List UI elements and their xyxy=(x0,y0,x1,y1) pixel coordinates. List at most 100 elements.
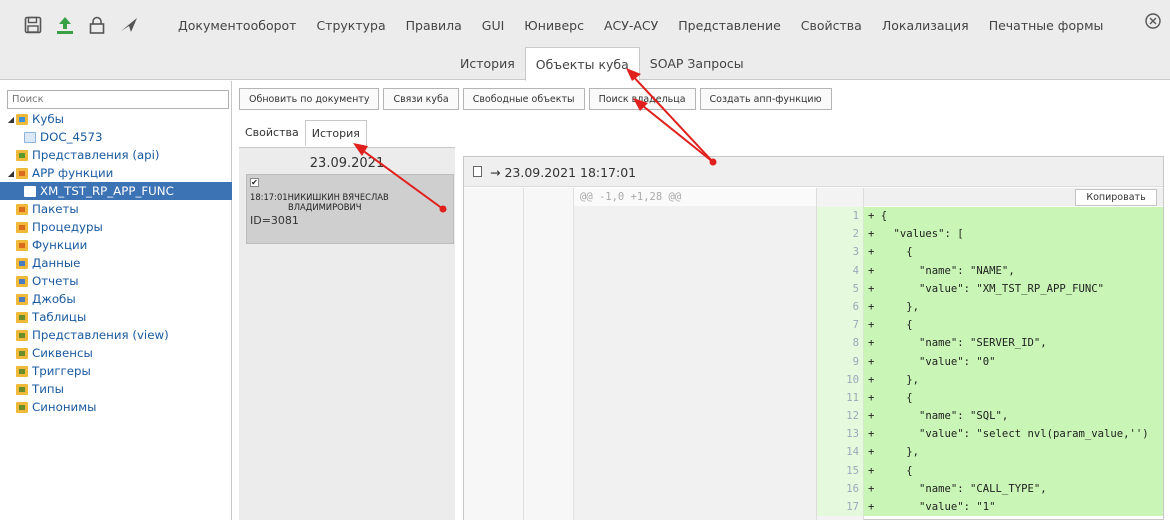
diff-line: 17 + "value": "1" xyxy=(816,498,1163,517)
menu-localization[interactable]: Локализация xyxy=(872,14,979,37)
upload-icon[interactable] xyxy=(54,14,76,36)
tree-item-doc-4573[interactable]: DOC_4573 xyxy=(0,128,232,146)
tree-item-label: Отчеты xyxy=(32,274,79,288)
diff-line: 16 + "name": "CALL_TYPE", xyxy=(816,479,1163,498)
diff-line-code: + { xyxy=(864,461,1163,480)
tree-item-views-api[interactable]: Представления (api) xyxy=(0,146,232,164)
menu-universe[interactable]: Юниверс xyxy=(514,14,594,37)
save-icon[interactable] xyxy=(22,14,44,36)
tree-item-app-functions[interactable]: ◢ APP функции xyxy=(0,164,232,182)
tab-properties[interactable]: Свойства xyxy=(239,120,305,146)
menu-gui[interactable]: GUI xyxy=(472,14,515,37)
diff-line: 11 + { xyxy=(816,388,1163,408)
diff-line-number: 12 xyxy=(816,407,864,426)
history-panel: 23.09.2021 ✔ 18:17:01НИКИШКИН ВЯЧЕСЛАВ В… xyxy=(239,147,455,520)
refresh-by-document-button[interactable]: Обновить по документу xyxy=(239,88,380,110)
diff-line-code: + { xyxy=(864,207,1163,226)
close-icon[interactable] xyxy=(1144,12,1164,32)
tree-item-triggers[interactable]: Триггеры xyxy=(0,362,232,380)
tree-item-functions[interactable]: Функции xyxy=(0,236,232,254)
send-icon[interactable] xyxy=(118,14,140,36)
type-folder-icon xyxy=(16,383,28,395)
tree-item-procedures[interactable]: Процедуры xyxy=(0,218,232,236)
diff-line-number: 4 xyxy=(816,261,864,280)
tab-history[interactable]: История xyxy=(304,120,367,146)
tree-item-label: Процедуры xyxy=(32,220,103,234)
trigger-folder-icon xyxy=(16,365,28,377)
diff-line-number: 7 xyxy=(816,316,864,335)
diff-line-code: + "name": "NAME", xyxy=(864,261,1163,280)
expand-arrow-icon[interactable]: ◢ xyxy=(6,115,16,124)
create-app-function-button[interactable]: Создать апп-функцию xyxy=(699,88,832,110)
tree-item-types[interactable]: Типы xyxy=(0,380,232,398)
diff-line-number: 9 xyxy=(816,352,864,371)
object-tree: ◢ Кубы DOC_4573 Представления (api) ◢ AP… xyxy=(0,110,232,416)
tree-item-xm-tst-rp-app-func[interactable]: XM_TST_RP_APP_FUNC xyxy=(0,182,232,200)
diff-line-code: + }, xyxy=(864,443,1163,462)
tree-item-label: APP функции xyxy=(32,166,114,180)
diff-line: 15 + { xyxy=(816,461,1163,480)
tree-item-synonyms[interactable]: Синонимы xyxy=(0,398,232,416)
entry-author-line1: НИКИШКИН ВЯЧЕСЛАВ xyxy=(287,192,389,202)
free-objects-button[interactable]: Свободные объекты xyxy=(462,88,585,110)
entry-id: ID=3081 xyxy=(250,214,299,227)
diff-line: 9 + "value": "0" xyxy=(816,352,1163,371)
subtab-history[interactable]: История xyxy=(450,47,525,80)
diff-line-number: 13 xyxy=(816,425,864,444)
diff-line: 14 + }, xyxy=(816,443,1163,462)
tree-item-tables[interactable]: Таблицы xyxy=(0,308,232,326)
tree-item-label: DOC_4573 xyxy=(40,130,103,144)
expand-arrow-icon[interactable]: ◢ xyxy=(6,169,16,178)
copy-button[interactable]: Копировать xyxy=(1075,189,1157,206)
lock-icon[interactable] xyxy=(86,14,108,36)
diff-line: 2 + "values": [ xyxy=(816,225,1163,244)
diff-line-code: + { xyxy=(864,243,1163,262)
tree-item-label: Кубы xyxy=(32,112,64,126)
menu-print-forms[interactable]: Печатные формы xyxy=(979,14,1114,37)
top-bar: Документооборот Структура Правила GUI Юн… xyxy=(0,0,1170,81)
diff-hunk-header: @@ -1,0 +1,28 @@ xyxy=(574,188,816,206)
diff-line-code: + "name": "SQL", xyxy=(864,407,1163,426)
menu-properties[interactable]: Свойства xyxy=(791,14,872,37)
tree-item-cubes[interactable]: ◢ Кубы xyxy=(0,110,232,128)
object-toolbar: Обновить по документу Связи куба Свободн… xyxy=(239,88,832,110)
diff-line-code: + }, xyxy=(864,370,1163,389)
entry-author-line2: ВЛАДИМИРОВИЧ xyxy=(288,202,362,212)
tree-item-data[interactable]: Данные xyxy=(0,254,232,272)
left-code xyxy=(574,188,816,520)
diff-line-number: 6 xyxy=(816,297,864,317)
menu-view[interactable]: Представление xyxy=(668,14,791,37)
menu-structure[interactable]: Структура xyxy=(306,14,395,37)
diff-line-number: 15 xyxy=(816,461,864,480)
tree-item-jobs[interactable]: Джобы xyxy=(0,290,232,308)
tree-item-sequences[interactable]: Сиквенсы xyxy=(0,344,232,362)
history-entry[interactable]: ✔ 18:17:01НИКИШКИН ВЯЧЕСЛАВ ВЛАДИМИРОВИЧ… xyxy=(246,174,454,244)
menu-rules[interactable]: Правила xyxy=(396,14,472,37)
subtab-cube-objects[interactable]: Объекты куба xyxy=(524,47,640,81)
synonym-folder-icon xyxy=(16,401,28,413)
find-owner-button[interactable]: Поиск владельца xyxy=(588,88,696,110)
cube-folder-icon xyxy=(16,113,28,125)
tree-item-views-view[interactable]: Представления (view) xyxy=(0,326,232,344)
menu-asu-asu[interactable]: АСУ-АСУ xyxy=(594,14,668,37)
diff-line: 12 + "name": "SQL", xyxy=(816,407,1163,426)
left-line-numbers xyxy=(464,188,524,520)
diff-line: 8 + "name": "SERVER_ID", xyxy=(816,334,1163,353)
subtab-soap-requests[interactable]: SOAP Запросы xyxy=(640,47,754,80)
tree-item-packages[interactable]: Пакеты xyxy=(0,200,232,218)
tree-item-reports[interactable]: Отчеты xyxy=(0,272,232,290)
procedure-folder-icon xyxy=(16,221,28,233)
sequence-folder-icon xyxy=(16,347,28,359)
entry-checkbox[interactable]: ✔ xyxy=(250,178,259,187)
search-input[interactable] xyxy=(7,90,229,109)
cube-links-button[interactable]: Связи куба xyxy=(383,88,459,110)
left-line-numbers-2 xyxy=(524,188,574,520)
diff-line-code: + "value": "0" xyxy=(864,352,1163,371)
menu-docflow[interactable]: Документооборот xyxy=(168,14,306,37)
tree-item-label: Таблицы xyxy=(32,310,87,324)
diff-view: → 23.09.2021 18:17:01 @@ -1,0 +1,28 @@ К… xyxy=(463,156,1164,520)
diff-line-code: + "value": "select nvl(param_value,'') xyxy=(864,425,1163,444)
diff-line-number: 16 xyxy=(816,479,864,498)
tree-item-label: Пакеты xyxy=(32,202,79,216)
tree-item-label: Представления (view) xyxy=(32,328,169,342)
